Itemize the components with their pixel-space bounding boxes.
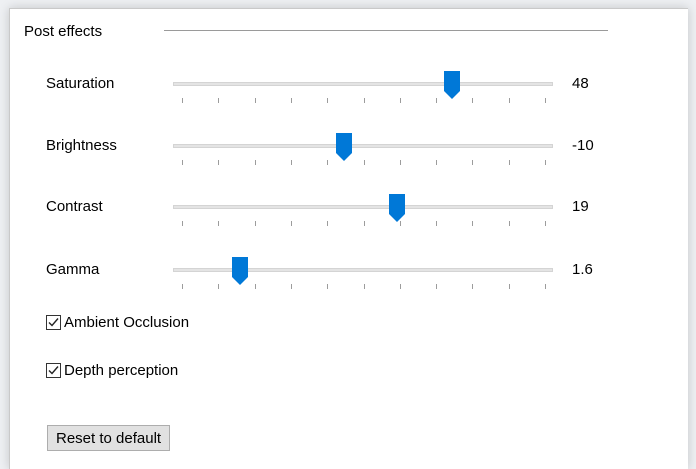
brightness-slider[interactable] [173, 133, 553, 177]
slider-tick [290, 284, 292, 289]
slider-tick [254, 160, 256, 165]
slider-row-contrast: Contrast 19 [10, 194, 688, 244]
post-effects-panel: Post effects Saturation 48 Brightness -1… [9, 8, 688, 469]
ambient-occlusion-option[interactable]: Ambient Occlusion [46, 311, 189, 333]
slider-tick [363, 160, 365, 165]
slider-tick [436, 160, 438, 165]
slider-track[interactable] [173, 144, 553, 148]
slider-tick [436, 284, 438, 289]
slider-thumb[interactable] [443, 71, 460, 99]
slider-tick [327, 284, 329, 289]
checkbox-label: Depth perception [64, 361, 179, 379]
slider-tick [218, 284, 220, 289]
depth-perception-option[interactable]: Depth perception [46, 359, 178, 381]
slider-tick [218, 221, 220, 226]
slider-tick [182, 160, 183, 165]
slider-label: Brightness [46, 137, 117, 154]
slider-tick [218, 160, 220, 165]
slider-tick [508, 284, 510, 289]
slider-tick [182, 284, 183, 289]
slider-label: Gamma [46, 261, 100, 278]
slider-tick [218, 98, 220, 103]
slider-row-saturation: Saturation 48 [10, 71, 688, 121]
slider-tick [290, 98, 292, 103]
slider-tick [508, 160, 510, 165]
ambient-occlusion-checkbox[interactable] [46, 314, 61, 330]
slider-tick [363, 98, 365, 103]
checkbox-label: Ambient Occlusion [64, 313, 190, 331]
slider-value: 48 [572, 75, 589, 92]
slider-thumb[interactable] [231, 257, 248, 285]
slider-tick [327, 160, 329, 165]
slider-track[interactable] [173, 82, 553, 86]
slider-value: -10 [572, 137, 594, 154]
slider-tick [472, 284, 474, 289]
slider-tick [545, 98, 546, 103]
slider-tick [327, 221, 329, 226]
checkmark-icon [48, 365, 59, 375]
slider-tick [436, 221, 438, 226]
slider-tick [472, 98, 474, 103]
slider-tick [508, 98, 510, 103]
slider-tick [399, 160, 401, 165]
slider-tick [436, 98, 438, 103]
saturation-slider[interactable] [173, 71, 553, 115]
slider-track[interactable] [173, 268, 553, 272]
slider-tick [545, 160, 546, 165]
slider-tick [399, 98, 401, 103]
depth-perception-checkbox[interactable] [46, 362, 61, 378]
slider-track[interactable] [173, 205, 553, 209]
slider-tick [399, 284, 401, 289]
slider-tick [254, 98, 256, 103]
slider-label: Saturation [46, 75, 115, 92]
slider-tick [545, 284, 546, 289]
slider-tick [472, 160, 474, 165]
slider-thumb[interactable] [389, 194, 406, 222]
slider-tick [327, 98, 329, 103]
slider-tick [182, 98, 183, 103]
slider-tick [508, 221, 510, 226]
slider-tick [545, 221, 546, 226]
slider-value: 1.6 [572, 261, 593, 278]
slider-tick [290, 160, 292, 165]
group-divider [164, 30, 608, 31]
slider-row-brightness: Brightness -10 [10, 133, 688, 183]
slider-tick [254, 284, 256, 289]
slider-tick [363, 284, 365, 289]
slider-row-gamma: Gamma 1.6 [10, 257, 688, 307]
reset-to-default-button[interactable]: Reset to default [47, 425, 171, 451]
slider-tick [182, 221, 183, 226]
gamma-slider[interactable] [173, 257, 553, 301]
slider-tick [472, 221, 474, 226]
slider-tick [254, 221, 256, 226]
group-title: Post effects [24, 23, 103, 40]
slider-value: 19 [572, 198, 589, 215]
checkmark-icon [48, 317, 59, 327]
contrast-slider[interactable] [173, 194, 553, 238]
slider-tick [363, 221, 365, 226]
slider-label: Contrast [46, 198, 103, 215]
slider-tick [290, 221, 292, 226]
slider-thumb[interactable] [336, 133, 352, 161]
